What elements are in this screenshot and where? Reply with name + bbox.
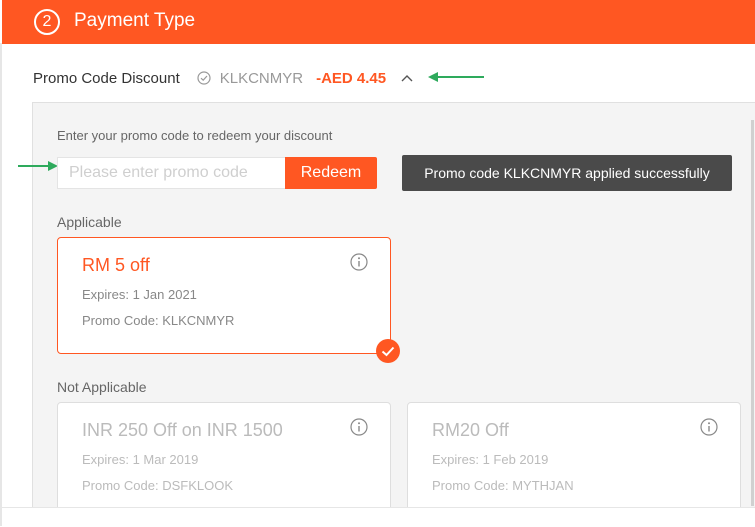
info-icon[interactable]	[350, 253, 368, 271]
success-toast: Promo code KLKCNMYR applied successfully	[402, 155, 732, 191]
payment-type-header: 2 Payment Type	[2, 0, 755, 44]
promo-summary-row: Promo Code Discount KLKCNMYR -AED 4.45	[33, 68, 413, 88]
coupon-expiry: Expires: 1 Feb 2019	[432, 452, 549, 467]
step-number-badge: 2	[34, 9, 60, 35]
coupon-promo-code: Promo Code: KLKCNMYR	[82, 313, 235, 328]
not-applicable-section-label: Not Applicable	[57, 379, 147, 395]
coupon-expiry: Expires: 1 Mar 2019	[82, 452, 199, 467]
section-title: Payment Type	[74, 10, 196, 31]
chevron-up-icon[interactable]	[401, 74, 413, 82]
coupon-title: RM 5 off	[82, 255, 150, 275]
scrollbar[interactable]	[751, 120, 754, 506]
selected-check-icon	[376, 339, 400, 363]
toast-message: Promo code KLKCNMYR applied successfully	[424, 165, 710, 181]
coupon-promo-code: Promo Code: DSFKLOOK	[82, 478, 233, 493]
info-icon[interactable]	[350, 418, 368, 436]
promo-hint-text: Enter your promo code to redeem your dis…	[57, 128, 333, 143]
coupon-card-not-applicable[interactable]: INR 250 Off on INR 1500 Expires: 1 Mar 2…	[57, 402, 391, 519]
left-border	[0, 43, 2, 526]
coupon-title: INR 250 Off on INR 1500	[82, 420, 283, 440]
panel-bottom-edge	[2, 507, 755, 527]
info-icon[interactable]	[700, 418, 718, 436]
annotation-arrow-right-icon	[18, 161, 58, 171]
coupon-card-applicable[interactable]: RM 5 off Expires: 1 Jan 2021 Promo Code:…	[57, 237, 400, 363]
check-circle-icon	[197, 71, 211, 85]
coupon-expiry: Expires: 1 Jan 2021	[82, 287, 197, 302]
coupon-card-not-applicable[interactable]: RM20 Off Expires: 1 Feb 2019 Promo Code:…	[407, 402, 741, 519]
discount-amount: -AED 4.45	[316, 69, 387, 87]
redeem-button[interactable]: Redeem	[285, 157, 377, 189]
promo-code-input[interactable]	[57, 157, 285, 189]
applied-promo-code: KLKCNMYR	[219, 69, 304, 87]
promo-summary-label: Promo Code Discount	[33, 69, 180, 87]
coupon-promo-code: Promo Code: MYTHJAN	[432, 478, 574, 493]
annotation-arrow-left-icon	[428, 72, 484, 82]
coupon-title: RM20 Off	[432, 420, 509, 440]
applicable-section-label: Applicable	[57, 214, 122, 230]
